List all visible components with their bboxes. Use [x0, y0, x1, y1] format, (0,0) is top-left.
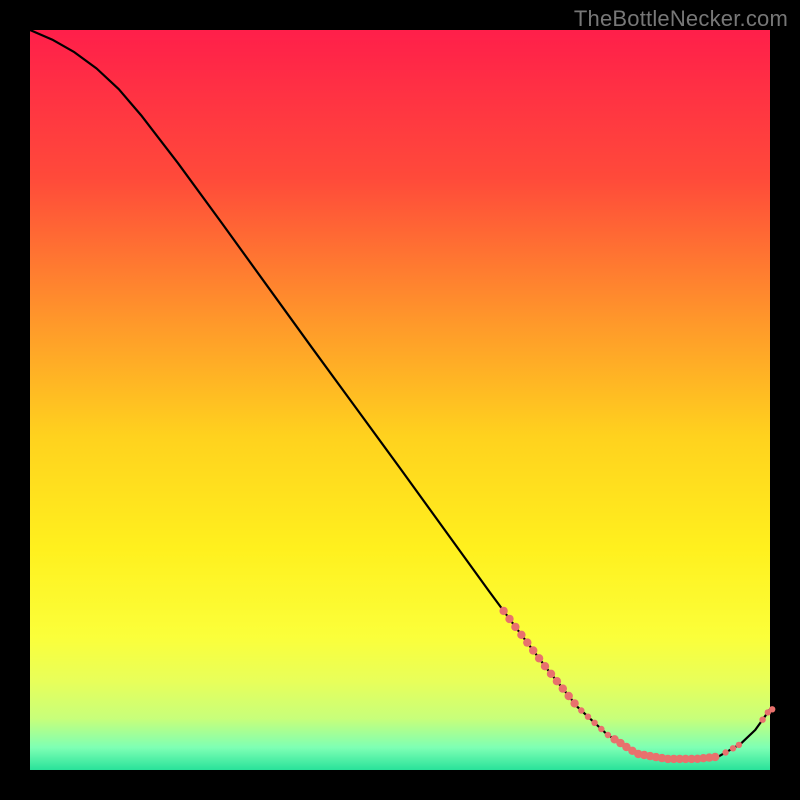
- data-point: [523, 638, 531, 646]
- data-point: [759, 717, 765, 723]
- chart-svg: [0, 0, 800, 800]
- data-point: [598, 726, 604, 732]
- watermark-text: TheBottleNecker.com: [574, 6, 788, 32]
- data-point: [722, 749, 728, 755]
- data-point: [591, 720, 597, 726]
- data-point: [769, 706, 775, 712]
- data-point: [578, 707, 584, 713]
- data-point: [517, 631, 525, 639]
- plot-area: [30, 30, 770, 770]
- data-point: [505, 615, 513, 623]
- data-point: [585, 714, 591, 720]
- data-point: [541, 662, 549, 670]
- data-point: [570, 699, 578, 707]
- data-point: [565, 692, 573, 700]
- data-point: [547, 670, 555, 678]
- data-point: [730, 745, 736, 751]
- data-point: [511, 623, 519, 631]
- data-point: [529, 646, 537, 654]
- data-point: [711, 753, 719, 761]
- chart-container: TheBottleNecker.com: [0, 0, 800, 800]
- data-point: [559, 684, 567, 692]
- data-point: [553, 677, 561, 685]
- data-point: [605, 732, 611, 738]
- data-point: [499, 607, 507, 615]
- data-point: [535, 654, 543, 662]
- data-point: [736, 742, 742, 748]
